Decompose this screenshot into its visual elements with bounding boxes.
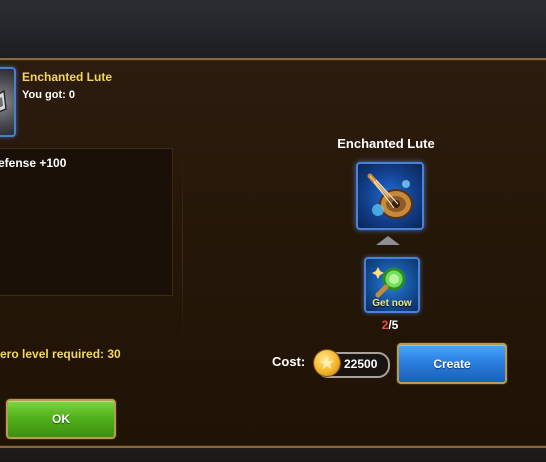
cost-value: 22500 (344, 357, 378, 371)
cost-label: Cost: (272, 354, 306, 369)
create-button[interactable]: Create (397, 343, 507, 384)
ingredient-slot[interactable]: Get now (364, 257, 420, 313)
cost-pill: 22500 (314, 350, 390, 378)
crafting-dialog: Enchanted Lute You got: 0 efense +100 er… (0, 58, 546, 448)
progress-total: /5 (388, 318, 399, 332)
enchanted-lute-icon (0, 67, 16, 137)
enchanted-lute-icon (356, 162, 424, 230)
background-top (0, 0, 546, 60)
stats-box: efense +100 (0, 148, 173, 296)
owned-count: You got: 0 (22, 89, 75, 101)
ingredient-progress: 2/5 (364, 318, 416, 332)
item-details-panel: Enchanted Lute You got: 0 efense +100 er… (0, 60, 182, 446)
stat-line: efense +100 (0, 156, 67, 170)
ok-button[interactable]: OK (6, 399, 116, 439)
hero-level-requirement: ero level required: 30 (0, 347, 121, 361)
gold-coin-icon (314, 350, 340, 376)
item-title: Enchanted Lute (22, 70, 113, 84)
craft-target-title: Enchanted Lute (337, 136, 435, 151)
get-now-label: Get now (372, 298, 412, 309)
up-arrow-icon (376, 236, 400, 245)
divider (182, 150, 183, 350)
